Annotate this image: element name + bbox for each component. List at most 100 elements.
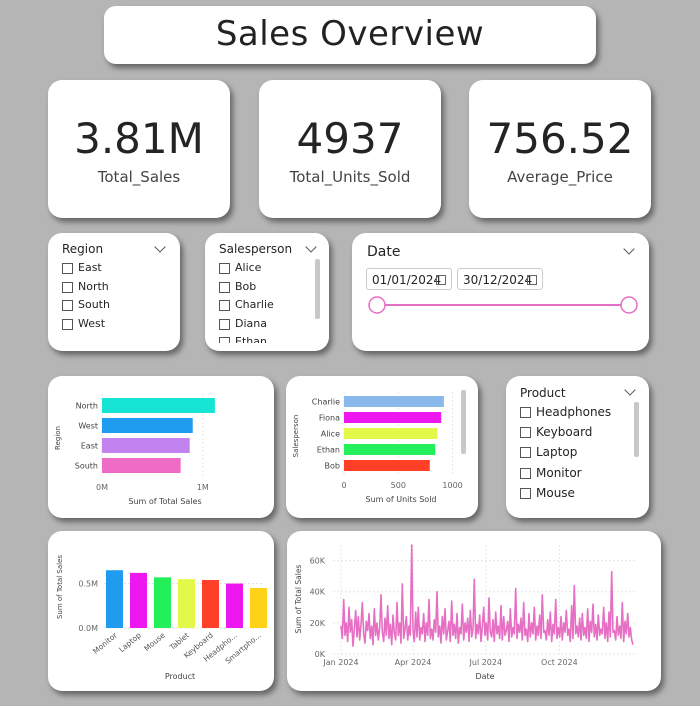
y-tick-label: South <box>75 462 98 471</box>
checkbox[interactable] <box>62 300 73 311</box>
x-tick-label: 0M <box>96 483 108 492</box>
x-tick-label: 1M <box>197 483 209 492</box>
checkbox[interactable] <box>62 282 73 293</box>
bar <box>102 398 215 413</box>
bar <box>344 428 438 439</box>
checkbox[interactable] <box>520 407 531 418</box>
bar <box>102 418 193 433</box>
checkbox[interactable] <box>62 263 73 274</box>
date-end-value: 30/12/2024 <box>463 273 533 287</box>
bar <box>102 438 190 453</box>
x-tick-label: Monitor <box>91 630 119 656</box>
scrollbar[interactable] <box>461 390 466 454</box>
x-tick-label: Laptop <box>117 630 143 654</box>
x-axis-title: Date <box>475 672 494 681</box>
slider-start-handle[interactable] <box>368 296 386 314</box>
kpi-total-units-card: 4937 Total_Units_Sold <box>259 80 441 218</box>
slider-end-handle[interactable] <box>620 296 638 314</box>
chevron-down-icon[interactable] <box>624 384 636 396</box>
checkbox[interactable] <box>520 427 531 438</box>
sales-over-time-chart-card: 0K 20K 40K 60K Jan 2024 Apr 2024 Jul 2024 Oct 2… <box>287 531 661 691</box>
kpi-value: 756.52 <box>486 114 634 163</box>
region-sales-chart-card: 0M 1M North West East South Sum of Total Sales… <box>48 376 274 518</box>
date-range-slider[interactable] <box>352 233 649 351</box>
date-start-value: 01/01/2024 <box>372 273 442 287</box>
calendar-icon[interactable] <box>527 275 537 285</box>
y-tick-label: Charlie <box>312 398 340 407</box>
y-tick-label: 0.5M <box>78 580 98 589</box>
y-tick-label: 60K <box>310 557 326 566</box>
checkbox[interactable] <box>219 263 230 274</box>
sales-over-time-chart: 0K20K40K60KJan 2024 Apr 2024 Jul 2024 Oct 2… <box>294 544 637 681</box>
kpi-value: 4937 <box>296 114 404 163</box>
product-slicer: Product Headphones Keyboard Laptop Monit… <box>506 376 649 518</box>
y-tick-label: Bob <box>325 462 340 471</box>
bar <box>226 583 243 628</box>
x-tick-label: 0 <box>341 481 346 490</box>
x-tick-label: 1000 <box>442 481 462 490</box>
kpi-value: 3.81M <box>74 114 204 163</box>
product-sales-chart: 0.0M0.5MMonitorLaptop Mouse TabletKeyboard… <box>56 555 267 681</box>
bar <box>178 579 195 628</box>
date-end-input[interactable]: 30/12/2024 <box>457 268 543 290</box>
y-axis-title: Sum of Total Sales <box>56 555 64 619</box>
date-start-input[interactable]: 01/01/2024 <box>366 268 452 290</box>
bar <box>344 396 444 407</box>
date-slicer: Date <box>352 233 649 351</box>
chevron-down-icon[interactable] <box>154 241 166 253</box>
y-tick-label: Fiona <box>319 414 340 423</box>
checkbox[interactable] <box>520 488 531 499</box>
checkbox[interactable] <box>520 468 531 479</box>
kpi-label: Total_Units_Sold <box>289 168 411 186</box>
checkbox[interactable] <box>219 300 230 311</box>
salesperson-slicer: Salesperson Alice Bob Charlie Diana Etha… <box>205 233 329 351</box>
region-slicer: Region East North South West <box>48 233 180 351</box>
x-tick-label: 500 <box>391 481 406 490</box>
scrollbar[interactable] <box>634 402 639 457</box>
x-axis-title: Sum of Units Sold <box>365 495 436 504</box>
bar <box>102 458 181 473</box>
bar <box>202 580 219 628</box>
salesperson-units-chart-card: 0 500 1000 Charlie Fiona Alice Ethan Bob Sum of … <box>286 376 478 518</box>
salesperson-units-chart: 0 500 1000 Charlie Fiona Alice Ethan Bob Sum of … <box>292 392 463 504</box>
y-tick-label: East <box>81 442 98 451</box>
salesperson-list: Alice Bob Charlie Diana Ethan <box>205 233 329 343</box>
region-sales-chart: 0M 1M North West East South Sum of Total Sales… <box>54 394 215 506</box>
kpi-average-price-card: 756.52 Average_Price <box>469 80 651 218</box>
page-title: Sales Overview <box>215 14 485 54</box>
y-tick-label: 0.0M <box>78 624 98 633</box>
kpi-label: Total_Sales <box>97 168 181 186</box>
bar <box>344 412 442 423</box>
y-tick-label: 40K <box>310 588 326 597</box>
x-tick-label: Oct 2024 <box>541 658 578 667</box>
kpi-label: Average_Price <box>507 168 613 186</box>
checkbox[interactable] <box>219 319 230 330</box>
y-tick-label: Ethan <box>317 446 340 455</box>
bar <box>344 444 436 455</box>
y-tick-label: Alice <box>321 430 340 439</box>
y-tick-label: West <box>78 422 98 431</box>
bar <box>154 577 171 628</box>
product-sales-chart-card: 0.0M 0.5M Monitor Laptop Mouse Tablet Keyboard… <box>48 531 274 691</box>
bar <box>250 588 267 628</box>
checkbox[interactable] <box>219 337 230 343</box>
x-tick-label: Mouse <box>142 630 167 653</box>
calendar-icon[interactable] <box>436 275 446 285</box>
slicer-title: Product <box>520 386 566 400</box>
checkbox[interactable] <box>520 447 531 458</box>
checkbox[interactable] <box>62 319 73 330</box>
checkbox[interactable] <box>219 282 230 293</box>
bar <box>106 570 123 628</box>
y-tick-label: North <box>76 402 98 411</box>
y-axis-title: Sum of Total Sales <box>294 565 303 634</box>
y-axis-title: Region <box>54 426 62 450</box>
title-card: Sales Overview <box>104 6 596 64</box>
x-tick-label: Jan 2024 <box>322 658 358 667</box>
x-tick-label: Jul 2024 <box>469 658 503 667</box>
y-axis-title: Salesperson <box>292 415 300 458</box>
bar <box>344 460 430 471</box>
x-axis-title: Sum of Total Sales <box>128 497 201 506</box>
slicer-title: Region <box>62 242 104 256</box>
y-tick-label: 20K <box>310 619 326 628</box>
bar <box>130 572 147 628</box>
